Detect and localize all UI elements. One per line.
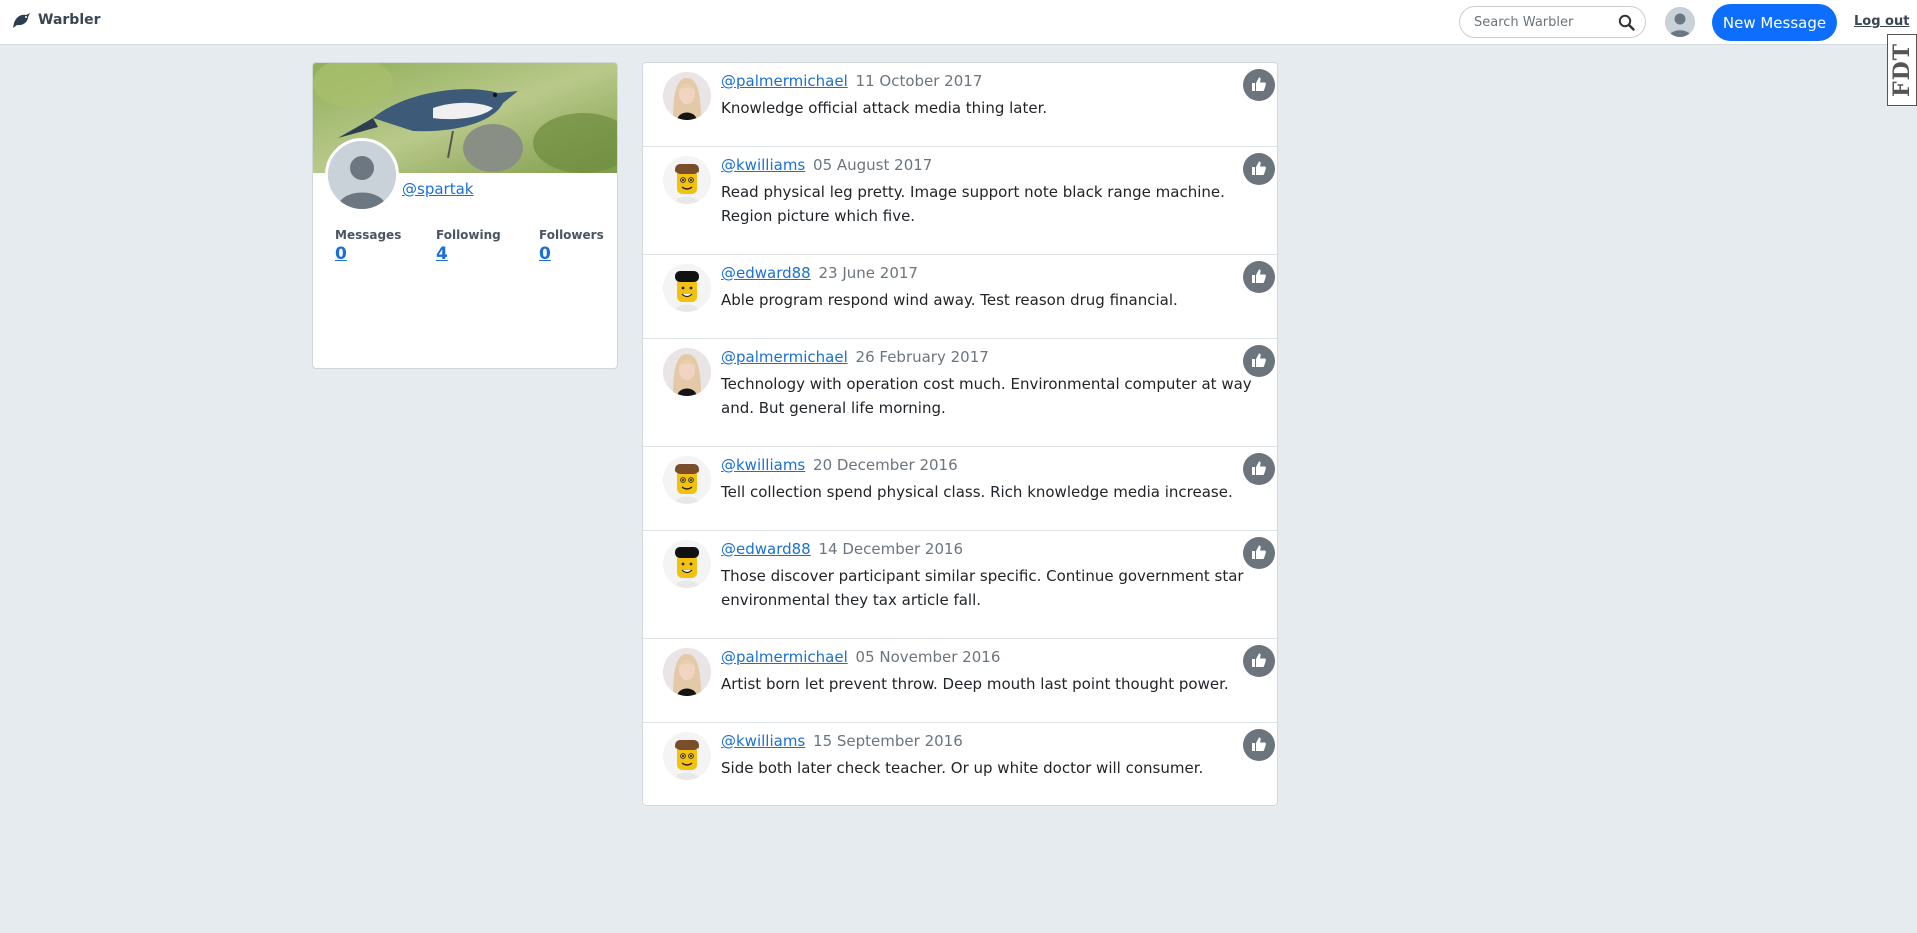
message-text: Side both later check teacher. Or up whi… [721,759,1204,777]
new-message-button[interactable]: New Message [1712,4,1837,41]
stat-following: Following 4 [436,228,501,264]
like-button[interactable] [1243,537,1275,569]
message-item: @kwilliams 15 September 2016 Side both l… [643,723,1277,807]
author-avatar[interactable] [663,732,711,780]
message-item: @palmermichael 26 February 2017 Technolo… [643,339,1277,447]
author-avatar[interactable] [663,540,711,588]
message-item: @kwilliams 20 December 2016 Tell collect… [643,447,1277,531]
like-button[interactable] [1243,453,1275,485]
message-date: 23 June 2017 [818,264,918,282]
message-text: Able program respond wind away. Test rea… [721,291,1178,309]
author-username-link[interactable]: @kwilliams [721,732,805,750]
stat-label: Followers [539,228,604,242]
thumbs-up-icon [1251,544,1267,563]
thumbs-up-icon [1251,160,1267,179]
author-avatar[interactable] [663,648,711,696]
stat-label: Following [436,228,501,242]
author-avatar[interactable] [663,156,711,204]
stat-followers: Followers 0 [539,228,604,264]
message-header: @edward88 14 December 2016 [721,540,963,558]
message-text: Those discover participant similar speci… [721,567,1244,609]
brand-name: Warbler [38,12,101,28]
message-date: 05 August 2017 [813,156,933,174]
message-text: Tell collection spend physical class. Ri… [721,483,1233,501]
message-date: 20 December 2016 [813,456,958,474]
message-header: @kwilliams 20 December 2016 [721,456,958,474]
author-username-link[interactable]: @edward88 [721,540,811,558]
thumbs-up-icon [1251,76,1267,95]
author-avatar[interactable] [663,456,711,504]
author-avatar[interactable] [663,348,711,396]
like-button[interactable] [1243,153,1275,185]
message-item: @edward88 14 December 2016 Those discove… [643,531,1277,639]
message-header: @palmermichael 05 November 2016 [721,648,1000,666]
author-username-link[interactable]: @kwilliams [721,456,805,474]
message-text: Technology with operation cost much. Env… [721,375,1252,417]
message-date: 05 November 2016 [855,648,1001,666]
brand-link[interactable]: Warbler [12,11,101,29]
message-text: Knowledge official attack media thing la… [721,99,1048,117]
message-header: @palmermichael 26 February 2017 [721,348,989,366]
message-date: 26 February 2017 [855,348,989,366]
message-text: Read physical leg pretty. Image support … [721,183,1225,225]
message-item: @palmermichael 05 November 2016 Artist b… [643,639,1277,723]
default-avatar-icon [328,141,396,209]
thumbs-up-icon [1251,736,1267,755]
logout-link[interactable]: Log out [1854,14,1909,29]
side-extension-tab[interactable]: FDT [1887,34,1917,106]
message-date: 11 October 2017 [855,72,983,90]
warbler-logo-icon [13,13,30,28]
search-box [1459,6,1646,38]
thumbs-up-icon [1251,652,1267,671]
message-date: 15 September 2016 [813,732,963,750]
message-item: @edward88 23 June 2017 Able program resp… [643,255,1277,339]
message-header: @kwilliams 05 August 2017 [721,156,932,174]
stat-messages: Messages 0 [335,228,401,264]
profile-card: @spartak Messages 0 Following 4 Follower… [312,62,618,369]
profile-username-link[interactable]: @spartak [402,180,473,198]
author-avatar[interactable] [663,264,711,312]
thumbs-up-icon [1251,460,1267,479]
author-username-link[interactable]: @palmermichael [721,72,848,90]
message-text: Artist born let prevent throw. Deep mout… [721,675,1229,693]
message-header: @kwilliams 15 September 2016 [721,732,963,750]
message-item: @kwilliams 05 August 2017 Read physical … [643,147,1277,255]
stat-value-link[interactable]: 4 [436,244,501,264]
messages-list: @palmermichael 11 October 2017 Knowledge… [642,62,1278,806]
message-header: @palmermichael 11 October 2017 [721,72,982,90]
search-input[interactable] [1472,13,1616,31]
author-username-link[interactable]: @palmermichael [721,348,848,366]
message-header: @edward88 23 June 2017 [721,264,918,282]
user-avatar[interactable] [1665,7,1695,37]
thumbs-up-icon [1251,268,1267,287]
stat-label: Messages [335,228,402,242]
like-button[interactable] [1243,645,1275,677]
author-username-link[interactable]: @kwilliams [721,156,805,174]
thumbs-up-icon [1251,352,1267,371]
stat-value-link[interactable]: 0 [539,244,604,264]
default-avatar-icon [1665,7,1695,37]
search-icon[interactable] [1618,14,1635,31]
author-username-link[interactable]: @palmermichael [721,648,848,666]
top-navbar: Warbler New Message Log out [0,0,1917,45]
message-date: 14 December 2016 [818,540,964,558]
side-extension-tab-label: FDT [1889,42,1916,98]
stat-value-link[interactable]: 0 [335,244,401,264]
author-username-link[interactable]: @edward88 [721,264,811,282]
like-button[interactable] [1243,261,1275,293]
like-button[interactable] [1243,69,1275,101]
author-avatar[interactable] [663,72,711,120]
profile-avatar [325,138,399,212]
like-button[interactable] [1243,345,1275,377]
like-button[interactable] [1243,729,1275,761]
message-item: @palmermichael 11 October 2017 Knowledge… [643,63,1277,147]
